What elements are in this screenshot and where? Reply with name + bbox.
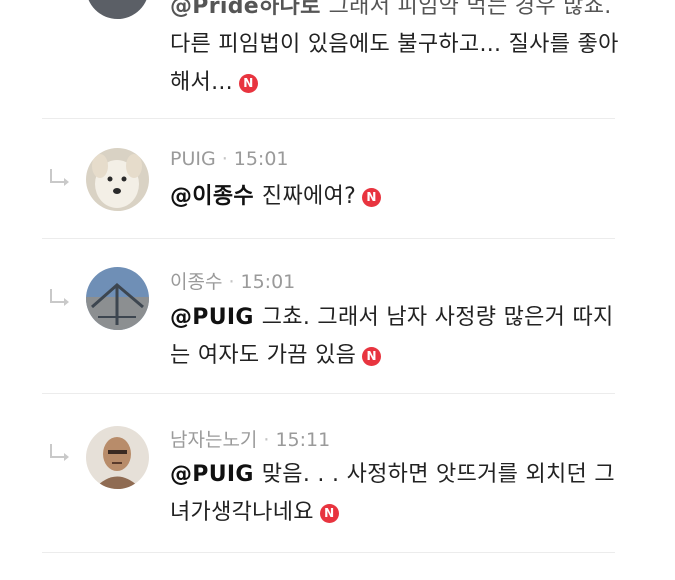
comment-text: 그쵸. 그래서 남자 사정량 많은거 따지 — [261, 305, 614, 330]
comment-meta: 남자는노기 · 15:11 — [170, 425, 330, 452]
comment-body: @PUIG 그쵸. 그래서 남자 사정량 많은거 따지 는 여자도 가끔 있음 N — [170, 299, 620, 375]
author-name[interactable]: PUIG — [170, 148, 216, 170]
mention-link[interactable]: @PUIG — [170, 462, 254, 487]
reply-arrow-icon — [50, 289, 69, 306]
divider — [42, 393, 615, 394]
reply-arrow-icon — [50, 444, 69, 461]
new-badge: N — [238, 74, 258, 93]
comment-text: 그래서 피임약 먹는 경우 많죠. — [328, 0, 612, 19]
timestamp: 15:11 — [275, 429, 331, 451]
separator-dot: · — [221, 148, 228, 170]
timestamp: 15:01 — [233, 148, 289, 170]
comment-body: @Pride하나로 그래서 피임약 먹는 경우 많죠. 다른 피임법이 있음에도 … — [170, 0, 620, 102]
divider — [42, 552, 615, 553]
dog-avatar-icon[interactable] — [86, 148, 149, 211]
comment-text: 다른 피임법이 있음에도 불구하고... 질사를 좋아 — [170, 32, 619, 57]
comment-text: 맞음. . . 사정하면 앗뜨거를 외치던 그 — [261, 462, 615, 487]
mention-link[interactable]: @이종수 — [170, 184, 254, 209]
separator-dot: · — [263, 429, 270, 451]
comment-meta: PUIG · 15:01 — [170, 148, 289, 170]
author-name[interactable]: 남자는노기 — [170, 429, 257, 451]
new-badge: N — [362, 347, 382, 366]
timestamp: 15:01 — [240, 271, 296, 293]
comment-text: 해서... — [170, 70, 233, 95]
comment-text: 는 여자도 가끔 있음 — [170, 343, 357, 368]
mention-link[interactable]: @Pride하나로 — [170, 0, 321, 19]
comment-body: @이종수 진짜에여? N — [170, 178, 620, 216]
divider — [42, 238, 615, 239]
new-badge: N — [362, 188, 382, 207]
comment-text: 진짜에여? — [261, 184, 357, 209]
comment-body: @PUIG 맞음. . . 사정하면 앗뜨거를 외치던 그 녀가생각나네요 N — [170, 456, 620, 532]
author-name[interactable]: 이종수 — [170, 271, 222, 293]
avatar[interactable] — [86, 0, 149, 19]
mention-link[interactable]: @PUIG — [170, 305, 254, 330]
man-avatar-icon[interactable] — [86, 426, 149, 489]
separator-dot: · — [228, 271, 235, 293]
comment-text: 녀가생각나네요 — [170, 500, 314, 525]
divider — [42, 118, 615, 119]
reply-arrow-icon — [50, 169, 69, 186]
new-badge: N — [319, 504, 339, 523]
comment-meta: 이종수 · 15:01 — [170, 267, 295, 294]
landscape-avatar-icon[interactable] — [86, 267, 149, 330]
